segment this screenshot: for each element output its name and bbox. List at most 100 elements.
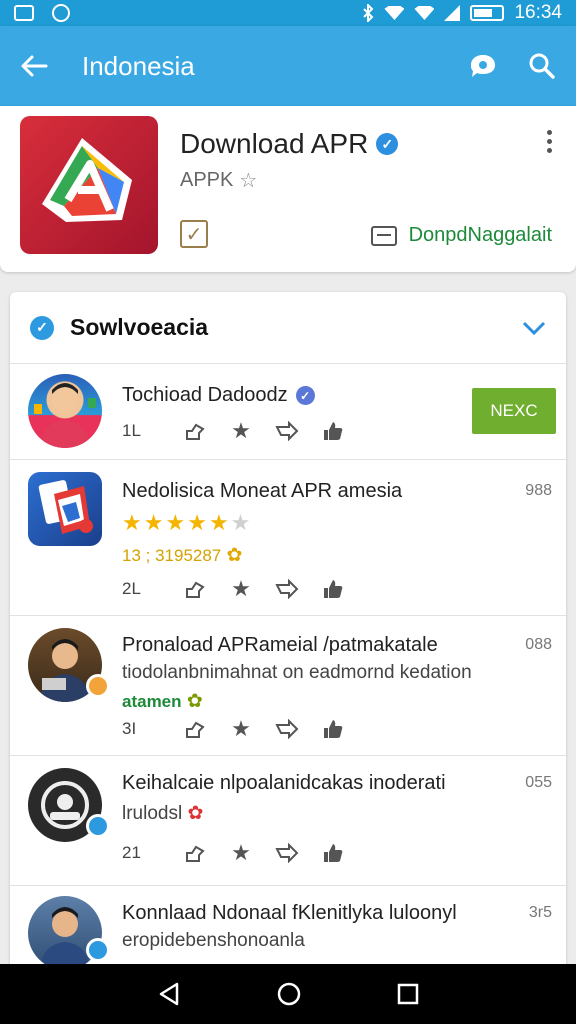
share-icon[interactable] [172, 842, 218, 864]
forward-icon[interactable] [264, 842, 310, 864]
star-icon: ★ [208, 510, 229, 535]
search-button[interactable] [528, 52, 556, 80]
app-subtitle-text: APPK [180, 169, 234, 191]
item-actions: 3I ★ [122, 716, 356, 741]
status-badge [86, 674, 110, 698]
back-triangle-icon[interactable] [157, 981, 181, 1007]
back-button[interactable] [20, 54, 60, 78]
check-badge-icon: ✓ [30, 315, 54, 340]
list-header-title: Sowlvoeacia [70, 314, 209, 340]
item-action-count: 1L [122, 421, 141, 440]
share-icon[interactable] [172, 420, 218, 442]
item-title: Tochioad Dadoodz ✓ [122, 384, 315, 407]
list-item[interactable]: Tochioad Dadoodz ✓ 1L ★ NEXC [10, 364, 566, 460]
home-circle-icon[interactable] [276, 981, 302, 1007]
chat-icon [471, 55, 495, 77]
emoji-icon: ✿ [187, 803, 204, 824]
list-item[interactable]: Keihalcaie nlpoalanidcakas inoderati 055… [10, 756, 566, 886]
star-icon[interactable]: ★ [218, 716, 264, 741]
item-subline-text: 13 ; 3195287 [122, 546, 222, 565]
thumbs-up-icon[interactable] [310, 420, 356, 442]
app-header-card: Download APR ✓ APPK ☆ ✓ DonpdNaggalait [0, 106, 576, 272]
item-description: tiodolanbnimahnat on eadmornd kedation [122, 662, 472, 683]
verified-badge-icon: ✓ [376, 133, 399, 155]
download-button[interactable]: DonpdNaggalait [370, 224, 552, 247]
checkbox-icon[interactable]: ✓ [180, 220, 208, 248]
thumbs-up-icon[interactable] [310, 578, 356, 600]
status-time: 16:34 [514, 2, 562, 23]
star-icon: ★ [165, 510, 186, 535]
item-action-count: 3I [122, 719, 137, 738]
emoji-icon: ✿ [226, 545, 243, 566]
status-badge [86, 814, 110, 838]
item-title: Konnlaad Ndonaal fKlenitlyka luloonyl [122, 902, 457, 924]
chat-bubble-icon [52, 4, 70, 22]
back-arrow-icon [21, 55, 48, 77]
thumbs-up-icon[interactable] [310, 842, 356, 864]
list-item[interactable]: Nedolisica Moneat APR amesia 988 ★ ★ ★ ★… [10, 460, 566, 616]
item-title: Keihalcaie nlpoalanidcakas inoderati [122, 772, 446, 794]
chat-button[interactable] [468, 52, 498, 80]
wifi-icon-2 [414, 6, 435, 20]
list-header[interactable]: ✓ Sowlvoeacia [10, 292, 566, 364]
item-action-count: 2L [122, 579, 141, 598]
app-bar: Indonesia [0, 26, 576, 106]
app-name: Download APR ✓ [180, 128, 399, 160]
search-icon [529, 53, 555, 79]
item-title: Pronaload APRameial /patmakatale [122, 634, 438, 656]
item-subline: 13 ; 3195287 ✿ [122, 544, 242, 567]
thumbs-up-icon[interactable] [310, 718, 356, 740]
download-box-icon [370, 225, 397, 246]
item-tag-text: atamen [122, 692, 182, 711]
status-bar: 16:34 [0, 0, 576, 26]
share-icon[interactable] [172, 578, 218, 600]
avatar [28, 374, 102, 448]
download-label: DonpdNaggalait [408, 224, 552, 246]
share-icon[interactable] [172, 718, 218, 740]
image-icon [14, 5, 34, 21]
app-thumbnail [28, 472, 102, 546]
item-title-text: Tochioad Dadoodz [122, 384, 288, 406]
signal-icon [444, 5, 461, 21]
item-title: Nedolisica Moneat APR amesia [122, 480, 403, 502]
wifi-icon [384, 6, 405, 20]
verified-badge-icon: ✓ [295, 386, 315, 405]
forward-icon[interactable] [264, 718, 310, 740]
app-name-text: Download APR [180, 128, 369, 159]
star-icon: ★ [122, 510, 142, 535]
item-actions: 21 ★ [122, 840, 356, 865]
star-icon[interactable]: ★ [218, 840, 264, 865]
bluetooth-icon [363, 4, 374, 22]
item-description: eropidebenshonoanla [122, 930, 305, 951]
status-badge [86, 938, 110, 962]
app-logo [20, 116, 158, 254]
list-item[interactable]: Pronaload APRameial /patmakatale 088 tio… [10, 616, 566, 756]
item-count: 088 [525, 636, 552, 653]
item-count: 988 [525, 482, 552, 499]
chevron-down-icon[interactable] [522, 320, 546, 336]
forward-icon[interactable] [264, 578, 310, 600]
next-button[interactable]: NEXC [472, 388, 556, 434]
system-nav-bar [0, 964, 576, 1024]
more-menu-button[interactable] [540, 130, 558, 153]
emoji-icon: ✿ [186, 691, 203, 712]
star-icon: ★ [143, 510, 164, 535]
item-description-text: lrulodsl [122, 803, 183, 824]
star-icon[interactable]: ★ [218, 576, 264, 601]
star-icon[interactable]: ★ [218, 418, 264, 443]
rating-stars: ★ ★ ★ ★ ★ ★ [122, 510, 250, 536]
star-empty-icon: ★ [230, 510, 251, 535]
item-actions: 2L ★ [122, 576, 356, 601]
feed-list-card: ✓ Sowlvoeacia Tochioad Dadoodz ✓ 1L ★ NE… [10, 292, 566, 992]
item-tag: atamen ✿ [122, 690, 203, 713]
recents-square-icon[interactable] [397, 983, 419, 1005]
star-outline-icon[interactable]: ☆ [239, 168, 257, 193]
item-action-count: 21 [122, 843, 141, 862]
item-description: lrulodsl ✿ [122, 802, 203, 825]
star-icon: ★ [187, 510, 207, 535]
page-title: Indonesia [82, 50, 195, 81]
item-count: 3r5 [528, 904, 552, 921]
battery-icon [470, 5, 505, 21]
app-subtitle: APPK ☆ [180, 168, 257, 193]
forward-icon[interactable] [264, 420, 310, 442]
